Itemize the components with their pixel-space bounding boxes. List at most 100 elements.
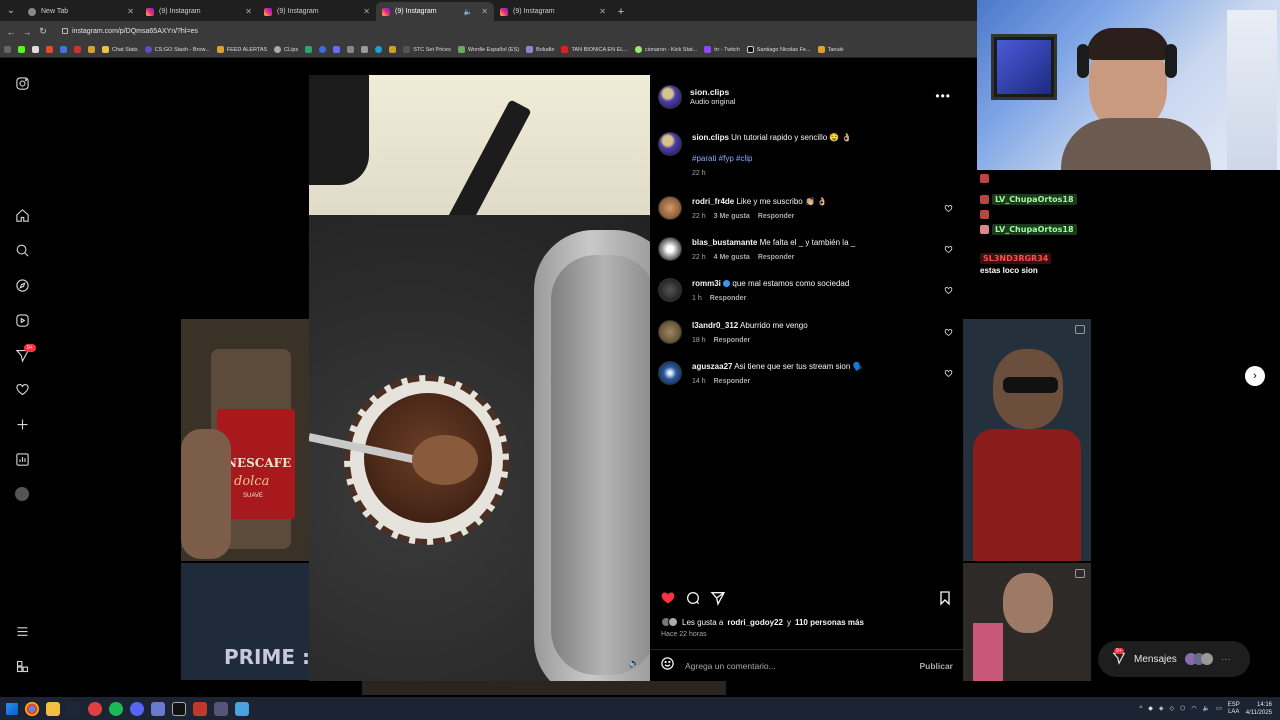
discord-icon[interactable]: [130, 701, 144, 716]
search-icon[interactable]: [14, 242, 30, 258]
spotify-icon[interactable]: [109, 701, 123, 716]
like-comment-icon[interactable]: [944, 282, 953, 294]
comment-avatar[interactable]: [658, 196, 682, 220]
bookmark-icon[interactable]: [361, 46, 369, 53]
comment-likes[interactable]: 3 Me gusta: [714, 213, 750, 220]
emoji-icon[interactable]: [660, 656, 675, 676]
save-bookmark-icon[interactable]: [937, 590, 953, 611]
comment-avatar[interactable]: [658, 361, 682, 385]
app-icon[interactable]: [235, 701, 249, 716]
reply-button[interactable]: Responder: [714, 337, 751, 344]
tray-app-icon[interactable]: ⬡: [1180, 705, 1185, 712]
bookmark-twitch[interactable]: trr - Twitch: [704, 46, 740, 53]
reply-button[interactable]: Responder: [758, 254, 795, 261]
bookmark-stc-set-prices[interactable]: STC Set Prices: [403, 46, 451, 53]
url-field[interactable]: instagram.com/p/DQmsa65AXYn/?hl=es: [62, 28, 198, 35]
comment-username[interactable]: l3andr0_312: [692, 321, 738, 330]
comment-username[interactable]: blas_bustamante: [692, 238, 757, 247]
bookmark-icon[interactable]: [347, 46, 355, 53]
create-icon[interactable]: [14, 416, 30, 432]
bookmark-icon[interactable]: [333, 46, 341, 53]
notifications-icon[interactable]: [14, 381, 30, 397]
profile-icon[interactable]: [14, 486, 30, 502]
menu-icon[interactable]: [14, 623, 30, 639]
reload-icon[interactable]: ↻: [38, 26, 48, 37]
close-tab-icon[interactable]: ✕: [363, 7, 370, 16]
site-info-icon[interactable]: [62, 28, 68, 35]
bookmark-icon[interactable]: [88, 46, 95, 53]
app-icon[interactable]: [88, 701, 102, 716]
bookmark-icon[interactable]: [305, 46, 313, 53]
reply-button[interactable]: Responder: [714, 378, 751, 385]
close-tab-icon[interactable]: ✕: [599, 7, 606, 16]
post-video[interactable]: 🔈: [309, 75, 650, 681]
comment-avatar[interactable]: [658, 237, 682, 261]
meta-icon[interactable]: [14, 658, 30, 674]
reply-button[interactable]: Responder: [758, 213, 795, 220]
comment-avatar[interactable]: [658, 320, 682, 344]
tab-instagram-active[interactable]: (9) Instagram 🔈 ✕: [376, 2, 494, 21]
instagram-logo-icon[interactable]: [14, 75, 30, 91]
apps-icon[interactable]: [4, 46, 11, 53]
bookmark-chat-stats[interactable]: Chat Stats: [102, 46, 138, 53]
caption-username[interactable]: sion.clips: [692, 133, 729, 142]
explore-icon[interactable]: [14, 277, 30, 293]
bookmark-wordle[interactable]: Wordle Español (ES): [457, 46, 519, 53]
tray-app-icon[interactable]: ◇: [1169, 705, 1174, 712]
bookmark-icon[interactable]: [46, 46, 53, 53]
bookmark-tanuki[interactable]: Tanuki: [817, 46, 843, 53]
mute-icon[interactable]: 🔈: [629, 658, 640, 669]
bookmark-clips[interactable]: CLips: [274, 46, 298, 53]
like-comment-icon[interactable]: [944, 241, 953, 253]
forward-icon[interactable]: →: [22, 27, 32, 37]
likes-user[interactable]: rodri_godoy22: [727, 618, 783, 627]
back-icon[interactable]: ←: [6, 27, 16, 37]
bookmark-tan-bionica[interactable]: TAN BIONICA EN EL...: [561, 46, 628, 53]
clock[interactable]: 14:16 4/11/2025: [1246, 701, 1272, 717]
author-username[interactable]: sion.clips: [690, 87, 735, 97]
grid-tile-bottom[interactable]: [362, 681, 726, 695]
language-indicator[interactable]: ESP LAA: [1228, 702, 1240, 716]
publish-button[interactable]: Publicar: [919, 661, 953, 671]
comment-icon[interactable]: [685, 590, 701, 611]
bookmark-icon[interactable]: [32, 46, 39, 53]
close-tab-icon[interactable]: ✕: [127, 7, 134, 16]
bookmark-tiktok[interactable]: Santiago Nicolas Fe...: [746, 46, 811, 53]
like-heart-icon[interactable]: [660, 590, 676, 611]
comment-username[interactable]: romm3i: [692, 279, 721, 288]
volume-icon[interactable]: 🔈: [1203, 705, 1210, 712]
bookmark-boludle[interactable]: Boludle: [526, 46, 554, 53]
bookmark-icon[interactable]: [74, 46, 81, 53]
audio-label[interactable]: Audio original: [690, 97, 735, 106]
grid-tile-nescafe[interactable]: NESCAFE dolca SUAVE: [181, 319, 309, 561]
bookmark-feed-alertas[interactable]: FEED ALERTAS: [216, 46, 267, 53]
kick-bookmark-icon[interactable]: [18, 46, 25, 53]
like-comment-icon[interactable]: [944, 365, 953, 377]
tab-new-tab[interactable]: New Tab ✕: [22, 2, 140, 21]
comment-input[interactable]: [685, 660, 910, 671]
next-post-chevron-icon[interactable]: ›: [1245, 366, 1265, 386]
more-options-icon[interactable]: •••: [935, 89, 951, 103]
reels-icon[interactable]: [14, 312, 30, 328]
tab-instagram-4[interactable]: (9) Instagram ✕: [494, 2, 612, 21]
comment-avatar[interactable]: [658, 278, 682, 302]
tab-instagram-1[interactable]: (9) Instagram ✕: [140, 2, 258, 21]
close-tab-icon[interactable]: ✕: [245, 7, 252, 16]
author-avatar[interactable]: [658, 85, 682, 109]
speaker-mute-icon[interactable]: 🔈: [464, 8, 473, 16]
bookmark-icon[interactable]: [389, 46, 397, 53]
close-tab-icon[interactable]: ✕: [481, 7, 488, 16]
tab-search-icon[interactable]: ⌄: [0, 0, 22, 21]
caption-avatar[interactable]: [658, 132, 682, 156]
bookmark-icon[interactable]: [60, 46, 67, 53]
obs-icon[interactable]: [172, 701, 186, 716]
bookmark-kick-stats[interactable]: cionaron - Kick Stat...: [634, 46, 697, 53]
home-icon[interactable]: [14, 207, 30, 223]
dashboard-icon[interactable]: [14, 451, 30, 467]
likes-count[interactable]: 110 personas más: [795, 618, 864, 627]
app-icon[interactable]: [214, 701, 228, 716]
tray-app-icon[interactable]: ◆: [1148, 705, 1153, 712]
app-icon[interactable]: [193, 701, 207, 716]
share-icon[interactable]: [710, 590, 726, 611]
bookmark-icon[interactable]: [319, 46, 327, 53]
